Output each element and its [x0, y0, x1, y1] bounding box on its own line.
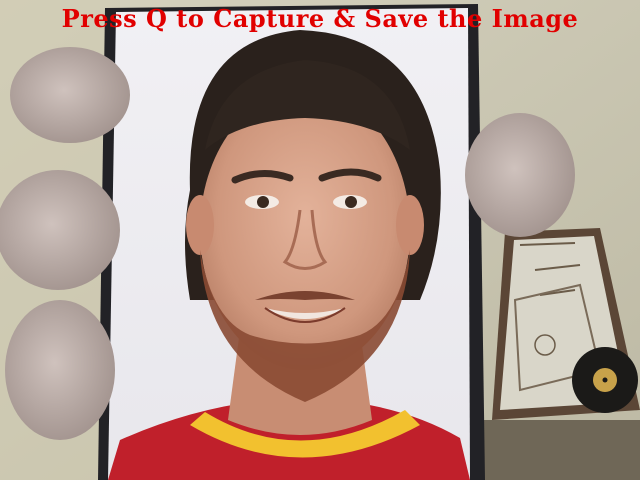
capture-instruction-overlay: Press Q to Capture & Save the Image — [61, 4, 579, 33]
camera-scene — [0, 0, 640, 480]
camera-feed: Press Q to Capture & Save the Image — [0, 0, 640, 480]
shelf — [460, 420, 640, 480]
finger — [5, 300, 115, 440]
thumb — [465, 113, 575, 237]
finger — [0, 170, 120, 290]
finger — [10, 47, 130, 143]
vinyl-record-icon — [572, 347, 638, 413]
